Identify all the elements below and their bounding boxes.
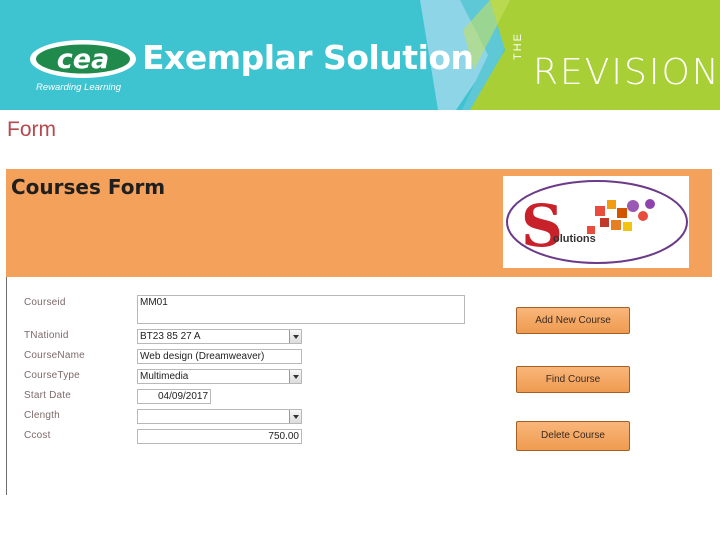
tnationid-value: BT23 85 27 A [140,331,201,342]
clength-combo[interactable] [137,409,302,424]
svg-text:cea: cea [57,44,110,75]
delete-course-button[interactable]: Delete Course [516,421,630,451]
svg-text:olutions: olutions [553,233,596,245]
label-start-date: Start Date [24,390,72,401]
svg-text:S: S [521,192,563,260]
coursename-field[interactable]: Web design (Dreamweaver) [137,349,302,364]
label-coursetype: CourseType [24,370,80,381]
start-date-value: 04/09/2017 [158,391,209,402]
courseid-value: MM01 [140,297,168,308]
label-ccost: Ccost [24,430,51,441]
chevron-down-icon[interactable] [289,330,301,343]
find-course-button[interactable]: Find Course [516,366,630,393]
revision-the-text: THE [512,32,524,60]
start-date-field[interactable]: 04/09/2017 [137,389,211,404]
slide-label: Form [7,118,56,141]
label-courseid: Courseid [24,297,66,308]
form-header: Courses Form S olutions [6,169,712,277]
label-coursename: CourseName [24,350,85,361]
chevron-down-icon[interactable] [289,370,301,383]
label-clength: Clength [24,410,60,421]
ccost-field[interactable]: 750.00 [137,429,302,444]
tnationid-combo[interactable]: BT23 85 27 A [137,329,302,344]
solutions-logo: S olutions [503,176,689,268]
ccost-value: 750.00 [268,431,299,442]
form-body-border [6,277,7,495]
solutions-logo-graphic: S olutions [506,180,688,264]
banner: cea Rewarding Learning Exemplar Solution… [0,0,720,110]
chevron-down-icon[interactable] [289,410,301,423]
label-tnationid: TNationid [24,330,69,341]
add-new-course-button[interactable]: Add New Course [516,307,630,334]
banner-title: Exemplar Solution [142,38,474,77]
coursetype-value: Multimedia [140,371,189,382]
form-title: Courses Form [11,175,166,199]
coursename-value: Web design (Dreamweaver) [140,351,265,362]
revision-logo-text: REVISION [533,52,720,93]
coursetype-combo[interactable]: Multimedia [137,369,302,384]
cea-tagline: Rewarding Learning [36,82,122,93]
courseid-field[interactable]: MM01 [137,295,465,324]
